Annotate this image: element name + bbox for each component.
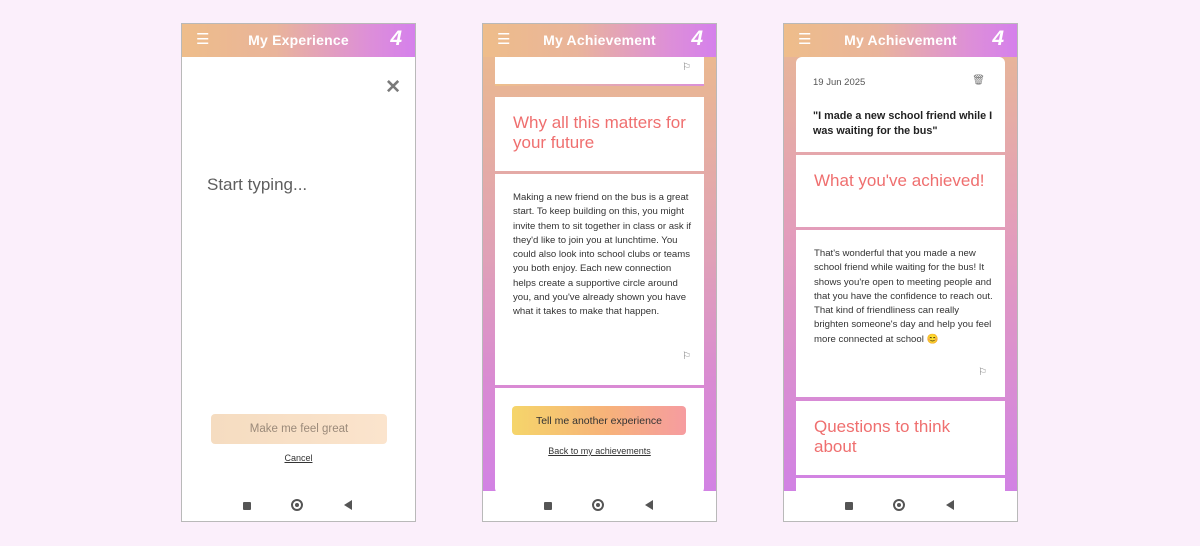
experience-card: 19 Jun 2025 🗑 "I made a new school frien…: [796, 57, 1005, 152]
flag-icon[interactable]: ⚐: [682, 62, 691, 73]
top-app-bar: ☰ My Achievement 4: [784, 24, 1017, 57]
app-logo: 4: [691, 27, 703, 50]
home-icon[interactable]: [893, 499, 905, 511]
back-icon[interactable]: [344, 500, 352, 510]
body-card: That's wonderful that you made a new sch…: [796, 230, 1005, 397]
tell-me-another-experience-button[interactable]: Tell me another experience: [512, 406, 686, 435]
experience-quote: "I made a new school friend while I was …: [813, 110, 993, 137]
content-background: 19 Jun 2025 🗑 "I made a new school frien…: [784, 57, 1017, 498]
app-bar-title: My Achievement: [543, 32, 656, 48]
make-me-feel-great-button[interactable]: Make me feel great: [211, 414, 387, 444]
achievement-text: That's wonderful that you made a new sch…: [814, 248, 993, 345]
android-nav-bar: [784, 491, 1017, 521]
home-icon[interactable]: [291, 499, 303, 511]
top-app-bar: ☰ My Achievement 4: [483, 24, 716, 57]
experience-text-input[interactable]: Start typing...: [207, 175, 307, 195]
recents-icon[interactable]: [845, 502, 853, 510]
app-logo: 4: [390, 27, 402, 50]
heading-card: Why all this matters for your future: [495, 97, 704, 171]
trash-icon[interactable]: 🗑: [972, 75, 985, 86]
app-bar-title: My Achievement: [844, 32, 957, 48]
back-icon[interactable]: [946, 500, 954, 510]
android-nav-bar: [483, 491, 716, 521]
flag-icon[interactable]: ⚐: [978, 367, 987, 378]
cancel-link[interactable]: Cancel: [182, 453, 415, 463]
body-card: Making a new friend on the bus is a grea…: [495, 174, 704, 385]
back-icon[interactable]: [645, 500, 653, 510]
advice-text: Making a new friend on the bus is a grea…: [513, 192, 692, 318]
recents-icon[interactable]: [243, 502, 251, 510]
phone-screen-my-achievement-detail: ☰ My Achievement 4 19 Jun 2025 🗑 "I made…: [783, 23, 1018, 522]
divider: [495, 84, 704, 86]
recents-icon[interactable]: [544, 502, 552, 510]
app-logo: 4: [992, 27, 1004, 50]
phone-screen-my-achievement-future: ☰ My Achievement 4 ⚐ Why all this matter…: [482, 23, 717, 522]
close-icon[interactable]: ✕: [385, 76, 401, 99]
actions-card: Tell me another experience Back to my ac…: [495, 388, 704, 494]
content-background: ⚐ Why all this matters for your future M…: [483, 57, 716, 494]
android-nav-bar: [182, 491, 415, 521]
experience-date: 19 Jun 2025: [813, 77, 866, 88]
home-icon[interactable]: [592, 499, 604, 511]
section-heading: Why all this matters for your future: [513, 113, 686, 152]
section-heading-achieved: What you've achieved!: [814, 171, 985, 190]
back-to-achievements-link[interactable]: Back to my achievements: [495, 446, 704, 456]
heading-card: What you've achieved!: [796, 155, 1005, 227]
phone-screen-my-experience: ☰ My Experience 4 ✕ Start typing... Make…: [181, 23, 416, 522]
section-heading-questions: Questions to think about: [814, 417, 951, 456]
top-app-bar: ☰ My Experience 4: [182, 24, 415, 57]
app-bar-title: My Experience: [248, 32, 349, 48]
previous-card: ⚐: [495, 57, 704, 84]
heading-card: Questions to think about: [796, 401, 1005, 475]
flag-icon[interactable]: ⚐: [682, 351, 691, 362]
